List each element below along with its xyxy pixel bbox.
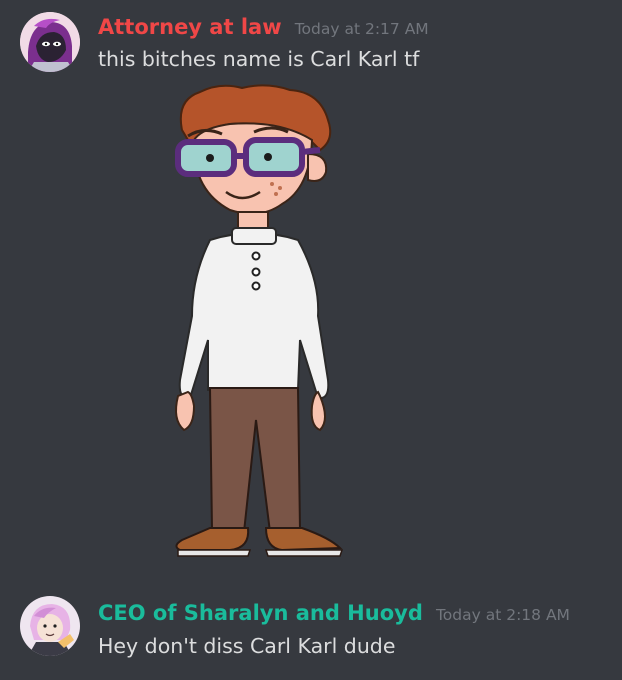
cartoon-boy-glasses-image[interactable] [170,80,350,570]
purple-haired-character-avatar[interactable] [20,12,80,72]
username[interactable]: Attorney at law [98,15,282,39]
message-header: Attorney at law Today at 2:17 AM [98,15,429,39]
username[interactable]: CEO of Sharalyn and Huoyd [98,601,423,625]
timestamp: Today at 2:17 AM [294,20,429,38]
pink-haired-character-avatar[interactable] [20,596,80,656]
message-text: Hey don't diss Carl Karl dude [98,634,396,658]
message-text: this bitches name is Carl Karl tf [98,47,420,71]
message-header: CEO of Sharalyn and Huoyd Today at 2:18 … [98,601,570,625]
timestamp: Today at 2:18 AM [435,606,570,624]
